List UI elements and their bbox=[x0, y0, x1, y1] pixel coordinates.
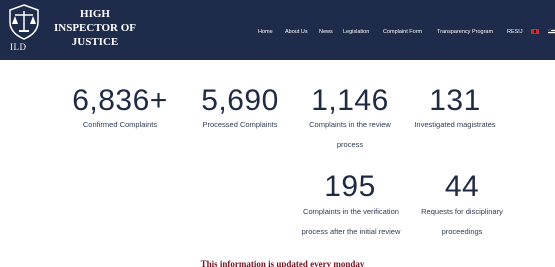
stat-processed-complaints-label: Processed Complaints bbox=[202, 120, 278, 129]
site-header: ILD HIGH INSPECTOR OF JUSTICE Home About… bbox=[0, 0, 555, 60]
nav-transparency-program[interactable]: Transparency Program bbox=[437, 29, 493, 35]
stat-investigated-magistrates-value: 131 bbox=[429, 84, 481, 117]
stat-review-process-label: Complaints in the review process bbox=[309, 120, 391, 149]
logo-text: ILD bbox=[10, 42, 27, 52]
nav-legislation[interactable]: Legislation bbox=[343, 29, 369, 35]
nav-complaint-form[interactable]: Complaint Form bbox=[383, 29, 422, 35]
stat-disciplinary-requests-value: 44 bbox=[444, 170, 480, 203]
stat-disciplinary-requests-label: Requests for disciplinary proceedings bbox=[421, 207, 503, 236]
update-notice: This information is updated every monday bbox=[200, 259, 365, 267]
nav-news[interactable]: News bbox=[319, 29, 333, 35]
nav-about-us[interactable]: About Us bbox=[285, 29, 308, 35]
scales-emblem-icon bbox=[9, 4, 39, 40]
flag-albania-icon[interactable] bbox=[531, 29, 539, 34]
nav-home[interactable]: Home bbox=[258, 29, 273, 35]
site-logo[interactable]: ILD bbox=[4, 2, 44, 56]
stat-verification-process-value: 195 bbox=[324, 170, 376, 203]
stat-confirmed-complaints-value: 6,836+ bbox=[72, 84, 168, 117]
stat-confirmed-complaints-label: Confirmed Complaints bbox=[82, 120, 158, 129]
stat-processed-complaints-value: 5,690 bbox=[201, 84, 279, 117]
nav-resij[interactable]: RESIJ bbox=[507, 29, 523, 35]
stat-investigated-magistrates-label: Investigated magistrates bbox=[414, 120, 496, 129]
flag-usa-icon[interactable] bbox=[548, 29, 555, 34]
site-title[interactable]: HIGH INSPECTOR OF JUSTICE bbox=[50, 7, 140, 49]
stat-review-process-value: 1,146 bbox=[311, 84, 389, 117]
stat-verification-process-label: Complaints in the verification process a… bbox=[301, 207, 401, 236]
